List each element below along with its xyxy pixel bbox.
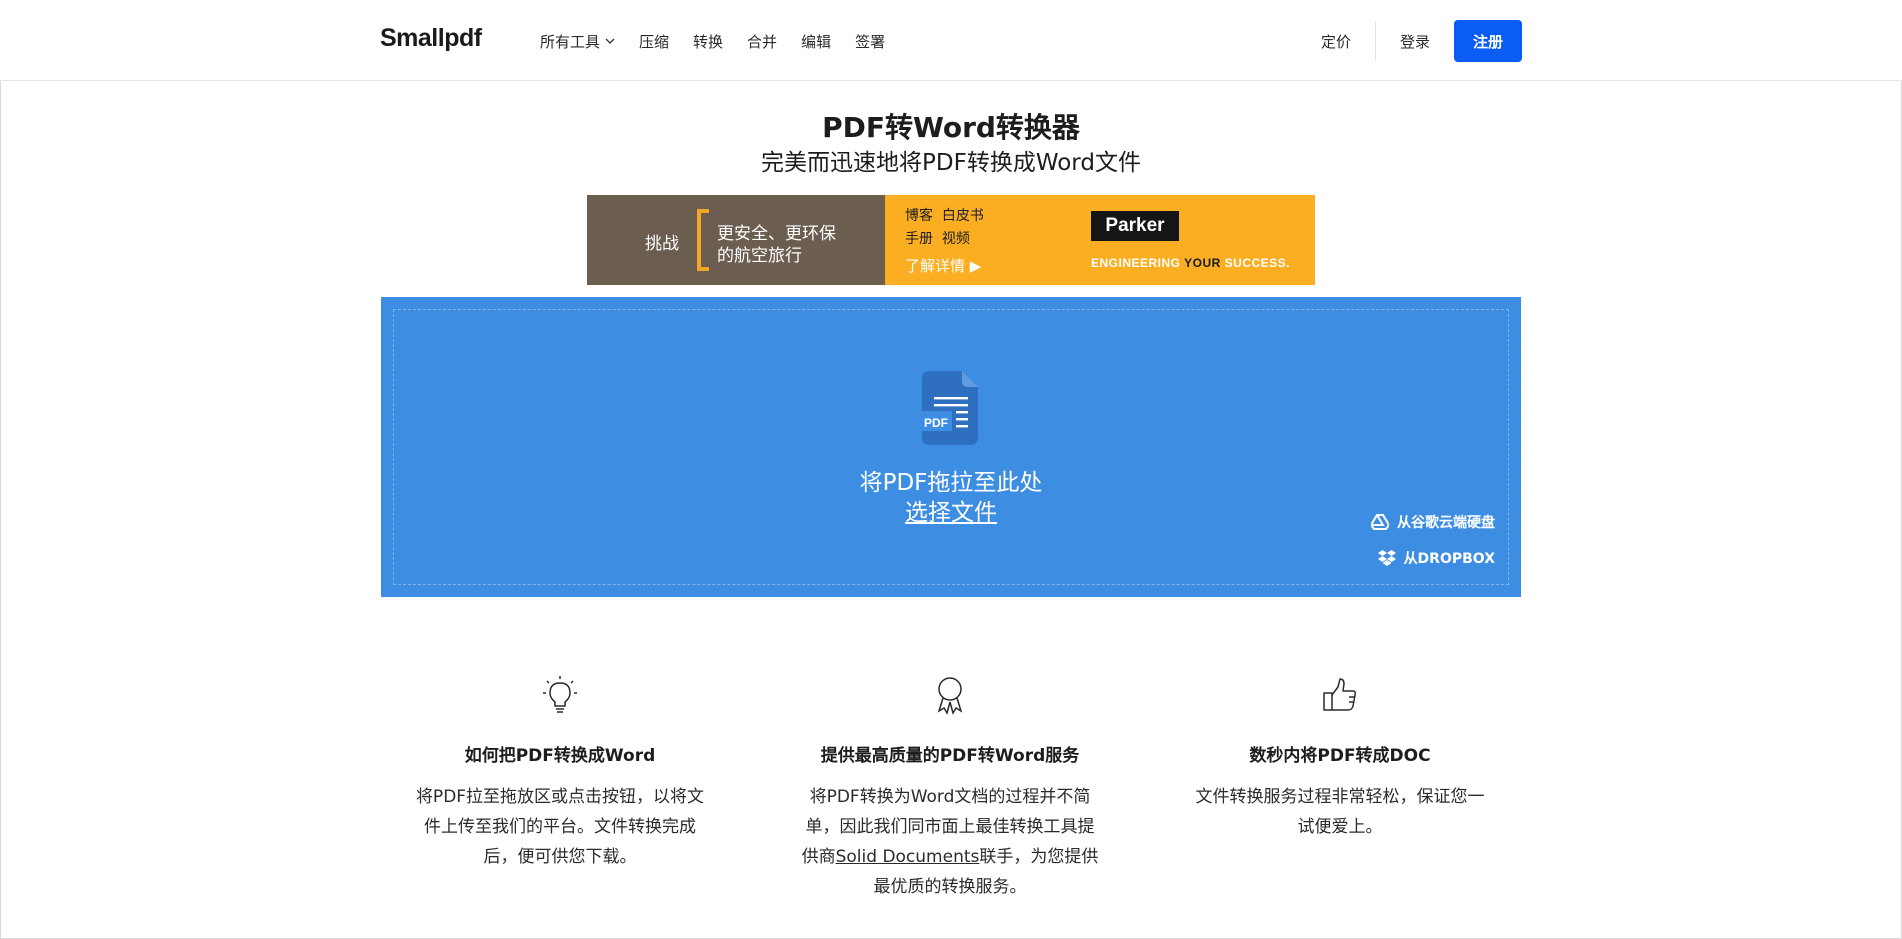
ad-links-row-2[interactable]: 手册 视频 xyxy=(905,228,984,251)
feature-line: 联手，为您提供 xyxy=(979,847,1099,867)
page-title: PDF转Word转换器 xyxy=(822,111,1080,144)
parker-slogan-b: YOUR xyxy=(1184,256,1221,270)
feature-quality: 提供最高质量的PDF转Word服务 将PDF转换为Word文档的过程并不简 单，… xyxy=(780,675,1120,902)
feature-line: 试便爱上。 xyxy=(1297,817,1383,837)
smallpdf-logo[interactable]: Smallpdf xyxy=(380,24,482,53)
file-dropzone[interactable]: PDF 将PDF拖拉至此处 选择文件 从谷歌云端硬盘 从DROPBOX xyxy=(381,297,1521,597)
header-divider xyxy=(1374,21,1376,61)
feature-icon-wrap xyxy=(780,675,1120,715)
parker-slogan-c: SUCCESS. xyxy=(1220,256,1290,270)
nav-compress[interactable]: 压缩 xyxy=(639,30,669,52)
feature-line: 供商 xyxy=(801,847,836,867)
chevron-down-icon xyxy=(605,38,615,44)
drop-instruction: 将PDF拖拉至此处 xyxy=(859,470,1043,496)
feature-description: 文件转换服务过程非常轻松，保证您一 试便爱上。 xyxy=(1170,782,1510,842)
ad-learn-more[interactable]: 了解详情 ▶ xyxy=(905,255,981,276)
award-ribbon-icon xyxy=(937,677,963,715)
ad-tagline-2: 的航空旅行 xyxy=(717,246,802,266)
google-drive-icon xyxy=(1371,514,1389,530)
dropzone-dashed-border xyxy=(393,309,1509,585)
feature-line: 文件转换服务过程非常轻松，保证您一 xyxy=(1195,787,1485,807)
ad-challenge-text: 挑战 xyxy=(645,234,679,254)
ad-banner[interactable]: 挑战 更安全、更环保 的航空旅行 博客 白皮书 手册 视频 了解详情 ▶ Par… xyxy=(587,195,1315,285)
feature-line: 将PDF转换为Word文档的过程并不简 xyxy=(809,787,1091,807)
pdf-icon-label: PDF xyxy=(924,416,948,430)
signup-button[interactable]: 注册 xyxy=(1454,20,1522,62)
ad-left-panel: 挑战 更安全、更环保 的航空旅行 xyxy=(587,195,885,285)
dropbox-button[interactable]: 从DROPBOX xyxy=(1377,548,1495,568)
nav-all-tools[interactable]: 所有工具 xyxy=(540,30,615,52)
feature-how-to: 如何把PDF转换成Word 将PDF拉至拖放区或点击按钮，以将文 件上传至我们的… xyxy=(390,675,730,872)
thumbs-up-icon xyxy=(1323,678,1356,711)
feature-line: 单，因此我们同市面上最佳转换工具提 xyxy=(805,817,1095,837)
main-nav: 所有工具 压缩 转换 合并 编辑 签署 xyxy=(540,30,909,52)
ad-links-row-1[interactable]: 博客 白皮书 xyxy=(905,205,984,228)
feature-title: 如何把PDF转换成Word xyxy=(464,746,656,766)
google-drive-button[interactable]: 从谷歌云端硬盘 xyxy=(1371,512,1495,532)
feature-line: 将PDF拉至拖放区或点击按钮，以将文 xyxy=(415,787,705,807)
page-subtitle: 完美而迅速地将PDF转换成Word文件 xyxy=(761,150,1141,176)
feature-description: 将PDF转换为Word文档的过程并不简 单，因此我们同市面上最佳转换工具提 供商… xyxy=(780,782,1120,902)
google-drive-label: 从谷歌云端硬盘 xyxy=(1397,515,1495,531)
lightbulb-icon xyxy=(543,676,577,713)
feature-title: 提供最高质量的PDF转Word服务 xyxy=(820,746,1080,766)
ad-right-panel: 博客 白皮书 手册 视频 了解详情 ▶ Parker ENGINEERING Y… xyxy=(885,195,1315,285)
header-actions: 定价 登录 注册 xyxy=(1321,20,1522,62)
feature-line: 后，便可供您下载。 xyxy=(483,847,637,867)
parker-slogan: ENGINEERING YOUR SUCCESS. xyxy=(1091,256,1290,270)
top-navbar: Smallpdf 所有工具 压缩 转换 合并 编辑 签署 定价 登录 注册 xyxy=(0,0,1902,81)
feature-icon-wrap xyxy=(390,675,730,715)
feature-icon-wrap xyxy=(1170,675,1510,715)
feature-line: 最优质的转换服务。 xyxy=(873,877,1027,897)
nav-convert[interactable]: 转换 xyxy=(693,30,723,52)
feature-description: 将PDF拉至拖放区或点击按钮，以将文 件上传至我们的平台。文件转换完成 后，便可… xyxy=(390,782,730,872)
feature-line: 件上传至我们的平台。文件转换完成 xyxy=(424,817,696,837)
ad-bracket-decoration xyxy=(697,209,709,271)
dropbox-icon xyxy=(1377,550,1396,566)
parker-slogan-a: ENGINEERING xyxy=(1091,256,1185,270)
solid-documents-link[interactable]: Solid Documents xyxy=(836,847,980,867)
login-link[interactable]: 登录 xyxy=(1400,31,1430,52)
pricing-link[interactable]: 定价 xyxy=(1321,31,1351,52)
feature-title: 数秒内将PDF转成DOC xyxy=(1249,746,1431,766)
parker-logo: Parker xyxy=(1091,211,1179,241)
ad-links: 博客 白皮书 手册 视频 xyxy=(905,205,984,251)
nav-sign[interactable]: 签署 xyxy=(855,30,885,52)
nav-all-tools-label: 所有工具 xyxy=(540,32,601,51)
choose-file-link[interactable]: 选择文件 xyxy=(381,493,1521,527)
nav-edit[interactable]: 编辑 xyxy=(801,30,831,52)
feature-speed: 数秒内将PDF转成DOC 文件转换服务过程非常轻松，保证您一 试便爱上。 xyxy=(1170,675,1510,842)
pdf-file-icon: PDF xyxy=(922,371,978,445)
nav-merge[interactable]: 合并 xyxy=(747,30,777,52)
dropbox-label: 从DROPBOX xyxy=(1403,551,1495,567)
